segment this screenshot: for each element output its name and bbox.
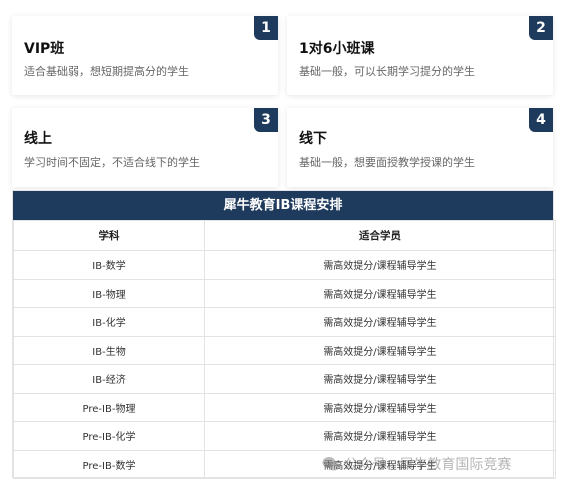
- cell-students: 需高效提分/课程辅导学生: [204, 250, 556, 280]
- card-title: 1对6小班课: [299, 41, 375, 57]
- cell-subject: IB-生物: [13, 335, 205, 365]
- column-header-subject: 学科: [13, 220, 205, 251]
- table-row: IB-经济 需高效提分/课程辅导学生: [13, 364, 556, 394]
- column-header-students: 适合学员: [204, 220, 556, 251]
- card-description: 学习时间不固定，不适合线下的学生: [24, 156, 200, 169]
- cell-subject: IB-化学: [13, 307, 205, 337]
- table-title: 犀牛教育IB课程安排: [13, 191, 553, 220]
- card-title: 线下: [299, 131, 327, 147]
- schedule-table: 学科 适合学员 IB-数学 需高效提分/课程辅导学生 IB-物理 需高效提分/课…: [13, 220, 556, 479]
- card-description: 基础一般，想要面授教学授课的学生: [299, 156, 475, 169]
- card-number-badge: 1: [254, 16, 278, 40]
- cell-subject: Pre-IB-数学: [13, 449, 205, 479]
- cell-students: 需高效提分/课程辅导学生: [204, 335, 556, 365]
- wechat-icon: [322, 457, 340, 471]
- table-row: IB-物理 需高效提分/课程辅导学生: [13, 278, 556, 308]
- cell-subject: IB-物理: [13, 278, 205, 308]
- course-card-vip: 1 VIP班 适合基础弱，想短期提高分的学生: [12, 16, 278, 95]
- cell-students: 需高效提分/课程辅导学生: [204, 307, 556, 337]
- table-row: IB-化学 需高效提分/课程辅导学生: [13, 307, 556, 337]
- card-number-badge: 2: [529, 16, 553, 40]
- watermark-text: 公众号 · 犀牛教育国际竞赛: [344, 457, 512, 473]
- course-card-offline: 4 线下 基础一般，想要面授教学授课的学生: [287, 108, 553, 187]
- cell-students: 需高效提分/课程辅导学生: [204, 392, 556, 422]
- cell-subject: IB-数学: [13, 250, 205, 280]
- table-header-row: 学科 适合学员: [13, 220, 556, 251]
- table-row: IB-数学 需高效提分/课程辅导学生: [13, 250, 556, 280]
- cell-students: 需高效提分/课程辅导学生: [204, 364, 556, 394]
- card-number-badge: 4: [529, 108, 553, 132]
- card-title: VIP班: [24, 41, 65, 57]
- course-card-small-class: 2 1对6小班课 基础一般，可以长期学习提分的学生: [287, 16, 553, 95]
- card-description: 基础一般，可以长期学习提分的学生: [299, 65, 475, 78]
- card-title: 线上: [24, 131, 52, 147]
- watermark: 公众号 · 犀牛教育国际竞赛: [322, 454, 511, 474]
- course-schedule-table: 犀牛教育IB课程安排 学科 适合学员 IB-数学 需高效提分/课程辅导学生 IB…: [12, 190, 556, 479]
- cell-students: 需高效提分/课程辅导学生: [204, 421, 556, 451]
- card-number-badge: 3: [254, 108, 278, 132]
- cell-subject: Pre-IB-物理: [13, 392, 205, 422]
- table-row: IB-生物 需高效提分/课程辅导学生: [13, 335, 556, 365]
- cell-subject: IB-经济: [13, 364, 205, 394]
- table-row: Pre-IB-物理 需高效提分/课程辅导学生: [13, 392, 556, 422]
- table-row: Pre-IB-化学 需高效提分/课程辅导学生: [13, 421, 556, 451]
- card-description: 适合基础弱，想短期提高分的学生: [24, 65, 189, 78]
- cell-students: 需高效提分/课程辅导学生: [204, 278, 556, 308]
- cell-subject: Pre-IB-化学: [13, 421, 205, 451]
- course-card-online: 3 线上 学习时间不固定，不适合线下的学生: [12, 108, 278, 187]
